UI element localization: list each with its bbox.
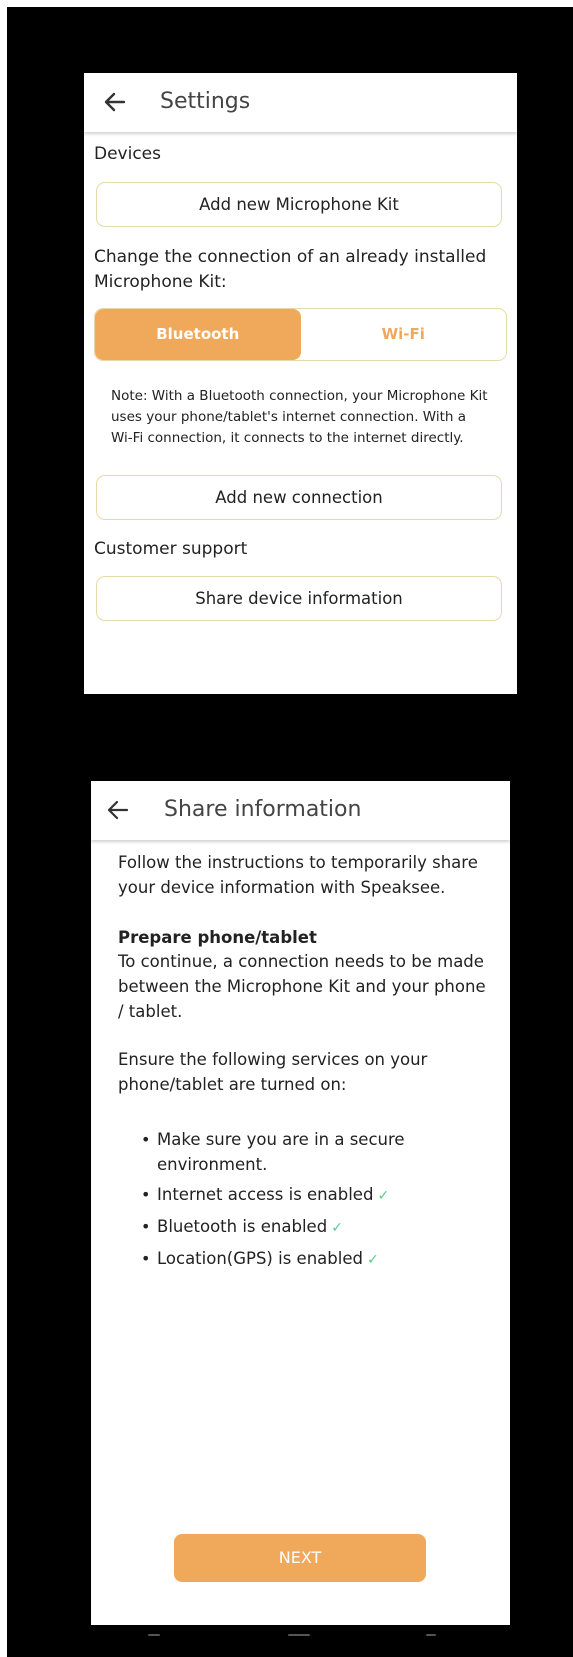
device-frame: Settings Devices Add new Microphone Kit …	[7, 7, 573, 1657]
system-nav-bar	[130, 1630, 450, 1640]
settings-app-bar: Settings	[84, 73, 517, 132]
nav-home-icon[interactable]	[288, 1634, 310, 1636]
list-item: Internet access is enabled✓	[141, 1182, 491, 1209]
next-button[interactable]: NEXT	[174, 1534, 426, 1582]
checkmark-icon: ✓	[366, 1252, 379, 1268]
share-device-information-button[interactable]: Share device information	[96, 576, 502, 621]
services-text: Ensure the following services on your ph…	[118, 1050, 428, 1094]
list-item: Make sure you are in a secure environmen…	[141, 1127, 491, 1177]
bluetooth-option[interactable]: Bluetooth	[95, 309, 301, 360]
prepare-text: To continue, a connection needs to be ma…	[118, 952, 486, 1021]
checkmark-icon: ✓	[377, 1188, 390, 1204]
devices-heading: Devices	[94, 144, 161, 164]
page-title: Settings	[160, 89, 251, 114]
back-arrow-icon[interactable]	[100, 87, 130, 117]
share-app-bar: Share information	[91, 781, 510, 840]
list-item: Bluetooth is enabled✓	[141, 1214, 491, 1241]
list-item: Location(GPS) is enabled✓	[141, 1246, 491, 1273]
share-information-screen: Share information Follow the instruction…	[91, 781, 510, 1625]
nav-back-icon[interactable]	[426, 1634, 436, 1636]
intro-text: Follow the instructions to temporarily s…	[118, 853, 478, 897]
add-connection-button[interactable]: Add new connection	[96, 475, 502, 520]
checkmark-icon: ✓	[331, 1220, 343, 1236]
back-arrow-icon[interactable]	[103, 795, 133, 825]
settings-screen: Settings Devices Add new Microphone Kit …	[84, 73, 517, 694]
prepare-heading: Prepare phone/tablet	[118, 928, 317, 947]
add-microphone-kit-button[interactable]: Add new Microphone Kit	[96, 182, 502, 227]
connection-note: Note: With a Bluetooth connection, your …	[111, 388, 488, 446]
connection-type-toggle: Bluetooth Wi-Fi	[94, 308, 507, 361]
wifi-option[interactable]: Wi-Fi	[300, 309, 506, 360]
change-connection-text: Change the connection of an already inst…	[94, 247, 487, 292]
nav-recents-icon[interactable]	[148, 1634, 160, 1636]
customer-support-heading: Customer support	[94, 539, 248, 559]
services-checklist: Make sure you are in a secure environmen…	[141, 1127, 491, 1278]
page-title: Share information	[164, 797, 362, 822]
